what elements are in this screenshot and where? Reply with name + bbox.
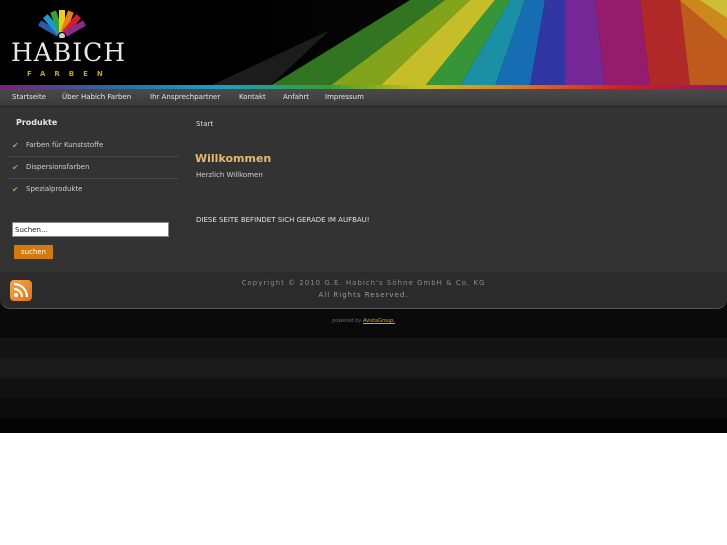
powered-by-prefix: powered by [332,318,362,324]
sidebar-title: Produkte [16,118,58,127]
bottom-band [0,358,727,378]
breadcrumb: Start [196,120,214,128]
page: HABICH FARBEN Startseite Über Habich Far… [0,0,727,433]
powered-by: powered by AvistaGroup. [0,318,727,324]
copyright-text: Copyright © 2010 G.E. Habich's Söhne Gmb… [241,279,486,287]
nav-item-ueber-habich-farben[interactable]: Über Habich Farben [62,93,131,101]
checkmark-icon: ✔ [12,185,19,194]
main-nav: Startseite Über Habich Farben Ihr Anspre… [0,89,727,107]
sidebar-item-label: Farben für Kunststoffe [26,141,104,149]
bottom-band [0,418,727,433]
checkmark-icon: ✔ [12,141,19,150]
logo[interactable]: HABICH FARBEN [0,0,210,86]
nav-item-ihr-ansprechpartner[interactable]: Ihr Ansprechpartner [150,93,220,101]
checkmark-icon: ✔ [12,163,19,172]
nav-item-anfahrt[interactable]: Anfahrt [283,93,309,101]
footer: Copyright © 2010 G.E. Habich's Söhne Gmb… [0,272,727,309]
sidebar-item-dispersionsfarben[interactable]: ✔ Dispersionsfarben [8,157,178,179]
logo-title: HABICH [11,38,127,67]
nav-item-kontakt[interactable]: Kontakt [239,93,266,101]
rights-text: All Rights Reserved. [318,291,409,299]
bottom-band [0,378,727,398]
rainbow-banner-image [210,0,727,86]
nav-item-startseite[interactable]: Startseite [12,93,46,101]
sidebar-item-label: Dispersionsfarben [26,163,90,171]
construction-notice: DIESE SEITE BEFINDET SICH GERADE IM AUFB… [196,216,370,224]
header: HABICH FARBEN [0,0,727,90]
nav-item-impressum[interactable]: Impressum [325,93,364,101]
bottom-band [0,338,727,358]
powered-by-link[interactable]: AvistaGroup. [363,318,395,324]
content-area: Produkte ✔ Farben für Kunststoffe ✔ Disp… [0,107,727,272]
intro-text: Herzlich Willkomen [196,171,263,179]
search-button[interactable]: suchen [14,245,53,259]
sidebar-item-label: Spezialprodukte [26,185,83,193]
sidebar-item-spezialprodukte[interactable]: ✔ Spezialprodukte [8,179,178,200]
bottom-band [0,398,727,418]
search-input[interactable] [12,222,169,237]
page-title: Willkommen [195,152,272,165]
color-fan-logo-icon [37,10,87,38]
sidebar-item-farben-fuer-kunststoffe[interactable]: ✔ Farben für Kunststoffe [8,135,178,157]
logo-subtitle: FARBEN [27,70,112,78]
